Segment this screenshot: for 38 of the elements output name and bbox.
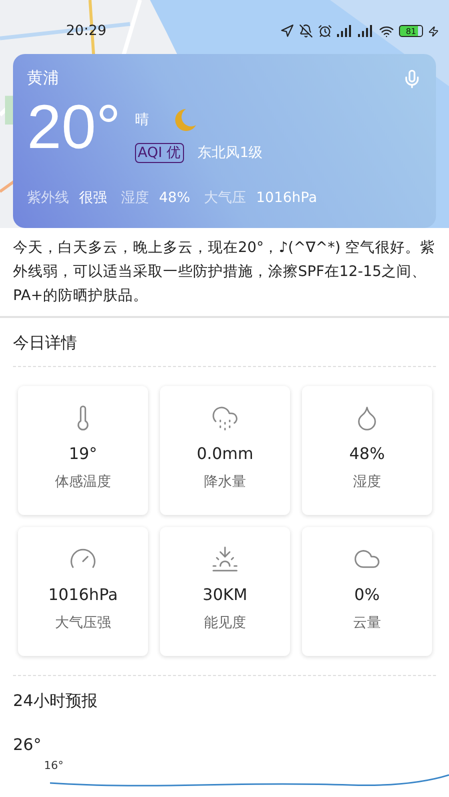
detail-label: 体感温度 [55, 473, 111, 492]
detail-value: 48% [349, 444, 385, 464]
detail-value: 0% [354, 585, 380, 604]
city-name: 黄浦 [27, 68, 60, 89]
rain-cloud-icon [211, 404, 239, 432]
alarm-icon [318, 24, 332, 38]
section-title: 24小时预报 [12, 690, 98, 712]
detail-label: 降水量 [204, 473, 246, 492]
detail-value: 0.0mm [196, 444, 254, 464]
signal-icon [358, 25, 374, 37]
stat-value: 48% [159, 190, 190, 206]
detail-value: 30KM [202, 585, 248, 604]
detail-label: 云量 [353, 614, 381, 632]
bell-off-icon [299, 24, 313, 38]
detail-label: 湿度 [353, 473, 381, 492]
charging-icon [428, 26, 439, 36]
temperature: 20° [27, 97, 121, 159]
stat-value: 1016hPa [256, 190, 318, 206]
detail-label: 大气压强 [55, 614, 111, 632]
status-time: 20:29 [66, 23, 108, 39]
detail-value: 1016hPa [48, 585, 118, 604]
battery-icon: 81 [399, 25, 423, 37]
detail-label: 能见度 [204, 614, 246, 632]
location-icon [280, 24, 294, 38]
detail-value: 19° [68, 444, 98, 464]
high-temperature: 26° [13, 734, 42, 754]
section-title: 今日详情 [12, 332, 78, 354]
wifi-icon [379, 24, 394, 38]
aqi-badge: AQI 优 [134, 143, 184, 163]
stat-value: 很强 [79, 190, 107, 206]
stat-label: 大气压 [204, 190, 246, 206]
signal-icon [337, 25, 353, 37]
wind-text: 东北风1级 [198, 144, 263, 162]
stat-label: 紫外线 [27, 190, 69, 206]
low-temperature: 16° [44, 758, 64, 772]
weather-condition: 晴 [134, 111, 149, 129]
sunrise-icon [211, 545, 239, 574]
stat-label: 湿度 [121, 190, 149, 206]
